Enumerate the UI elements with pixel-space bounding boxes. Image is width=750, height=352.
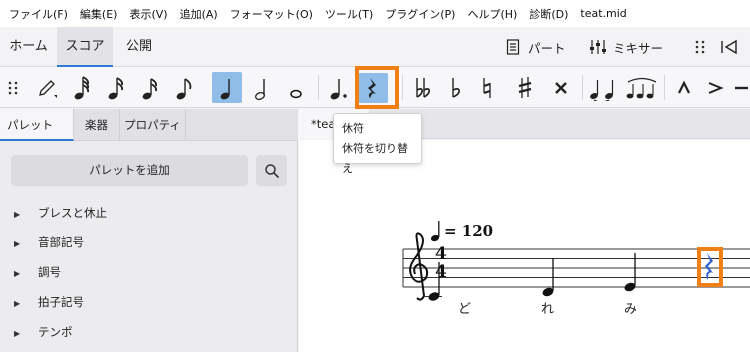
palette-item-label: ブレスと休止 — [38, 206, 107, 220]
workspace-bar: ホーム スコア 公開 パート ミキサー — [0, 27, 750, 67]
palette-item-key-signatures[interactable]: ▶ 調号 — [14, 261, 61, 283]
drag-handle-icon[interactable] — [695, 27, 705, 67]
palette-search-button[interactable] — [256, 155, 287, 186]
collapse-panel-icon[interactable] — [720, 27, 740, 67]
search-icon — [264, 163, 279, 178]
tab-publish[interactable]: 公開 — [113, 27, 165, 67]
note[interactable] — [621, 249, 641, 295]
menu-view[interactable]: 表示(V) — [123, 6, 173, 22]
note-input-pencil-icon[interactable] — [32, 72, 62, 103]
toolbar-drag-handle-icon[interactable] — [0, 72, 26, 103]
expand-arrow-icon: ▶ — [14, 239, 21, 248]
lyric[interactable]: み — [624, 298, 637, 317]
tab-instruments[interactable]: 楽器 — [74, 109, 120, 141]
parts-label: パート — [528, 40, 566, 56]
menu-file[interactable]: ファイル(F) — [3, 6, 74, 22]
add-palette-button[interactable]: パレットを追加 — [11, 155, 248, 186]
sixteenth-note-icon[interactable] — [136, 72, 166, 103]
palette-item-label: 調号 — [38, 265, 61, 279]
expand-arrow-icon: ▶ — [14, 269, 21, 278]
parts-button[interactable]: パート — [506, 27, 566, 67]
half-note-icon[interactable] — [247, 72, 277, 103]
marcato-icon[interactable] — [669, 72, 699, 103]
thirty-second-note-icon[interactable] — [102, 72, 132, 103]
menu-add[interactable]: 追加(A) — [174, 6, 224, 22]
mixer-label: ミキサー — [613, 40, 664, 56]
quarter-note-icon[interactable] — [212, 72, 242, 103]
window-filename: teat.mid — [580, 7, 627, 20]
double-sharp-icon[interactable] — [546, 72, 576, 103]
rest-highlight — [697, 247, 723, 287]
tab-home[interactable]: ホーム — [0, 27, 57, 67]
menu-tools[interactable]: ツール(T) — [319, 6, 379, 22]
mixer-button[interactable]: ミキサー — [589, 27, 663, 67]
lyric[interactable]: ど — [458, 298, 471, 317]
menu-help[interactable]: ヘルプ(H) — [461, 6, 523, 22]
rest-button-highlight — [355, 66, 399, 109]
whole-note-icon[interactable] — [281, 72, 311, 103]
toolbar-separator — [402, 75, 403, 100]
expand-arrow-icon: ▶ — [14, 329, 21, 338]
eighth-note-icon[interactable] — [170, 72, 200, 103]
expand-arrow-icon: ▶ — [14, 210, 21, 219]
tab-palettes-label: パレット — [7, 118, 53, 132]
menu-edit[interactable]: 編集(E) — [74, 6, 124, 22]
parts-icon — [506, 39, 520, 55]
toolbar-separator — [318, 75, 319, 100]
palette-item-label: テンポ — [38, 325, 73, 339]
sharp-icon[interactable] — [510, 72, 540, 103]
palette-item-tempo[interactable]: ▶ テンポ — [14, 321, 73, 343]
natural-icon[interactable] — [472, 72, 502, 103]
tooltip-description: 休符を切り替え — [342, 142, 408, 175]
tab-score[interactable]: スコア — [57, 27, 113, 67]
accent-icon[interactable] — [700, 72, 730, 103]
tab-palettes[interactable]: パレット ··· — [0, 109, 74, 164]
menu-format[interactable]: フォーマット(O) — [224, 6, 319, 22]
note[interactable] — [425, 258, 445, 304]
menu-bar: ファイル(F) 編集(E) 表示(V) 追加(A) フォーマット(O) ツール(… — [0, 0, 750, 27]
palette-item-clefs[interactable]: ▶ 音部記号 — [14, 231, 84, 253]
menu-diagnose[interactable]: 診断(D) — [523, 6, 574, 22]
panel-tabs: パレット ··· 楽器 プロパティ — [0, 109, 298, 164]
note-input-toolbar — [0, 66, 750, 109]
note[interactable] — [539, 254, 559, 300]
tie-icon[interactable] — [586, 72, 620, 103]
rest-tooltip: 休符 休符を切り替え — [333, 113, 422, 175]
augmentation-dot-icon[interactable] — [324, 72, 354, 103]
palette-item-breaths[interactable]: ▶ ブレスと休止 — [14, 202, 107, 224]
tooltip-title: 休符 — [342, 122, 364, 135]
tenuto-icon[interactable] — [732, 72, 750, 103]
toolbar-separator — [582, 75, 583, 100]
palette-panel: パレット ··· 楽器 プロパティ パレットを追加 ▶ブレスと休止 ▶音部記号 … — [0, 109, 298, 352]
menu-plugins[interactable]: プラグイン(P) — [379, 6, 461, 22]
flat-icon[interactable] — [440, 72, 470, 103]
palette-item-label: 音部記号 — [38, 235, 84, 249]
double-flat-icon[interactable] — [408, 72, 438, 103]
lyric[interactable]: れ — [541, 298, 554, 317]
expand-arrow-icon: ▶ — [14, 299, 21, 308]
mixer-icon — [590, 40, 606, 54]
toolbar-separator — [664, 75, 665, 100]
tab-properties[interactable]: プロパティ — [120, 109, 186, 141]
sixty-fourth-note-icon[interactable] — [68, 72, 98, 103]
palette-item-time-signatures[interactable]: ▶ 拍子記号 — [14, 291, 84, 313]
slur-icon[interactable] — [624, 72, 660, 103]
palette-item-label: 拍子記号 — [38, 295, 84, 309]
